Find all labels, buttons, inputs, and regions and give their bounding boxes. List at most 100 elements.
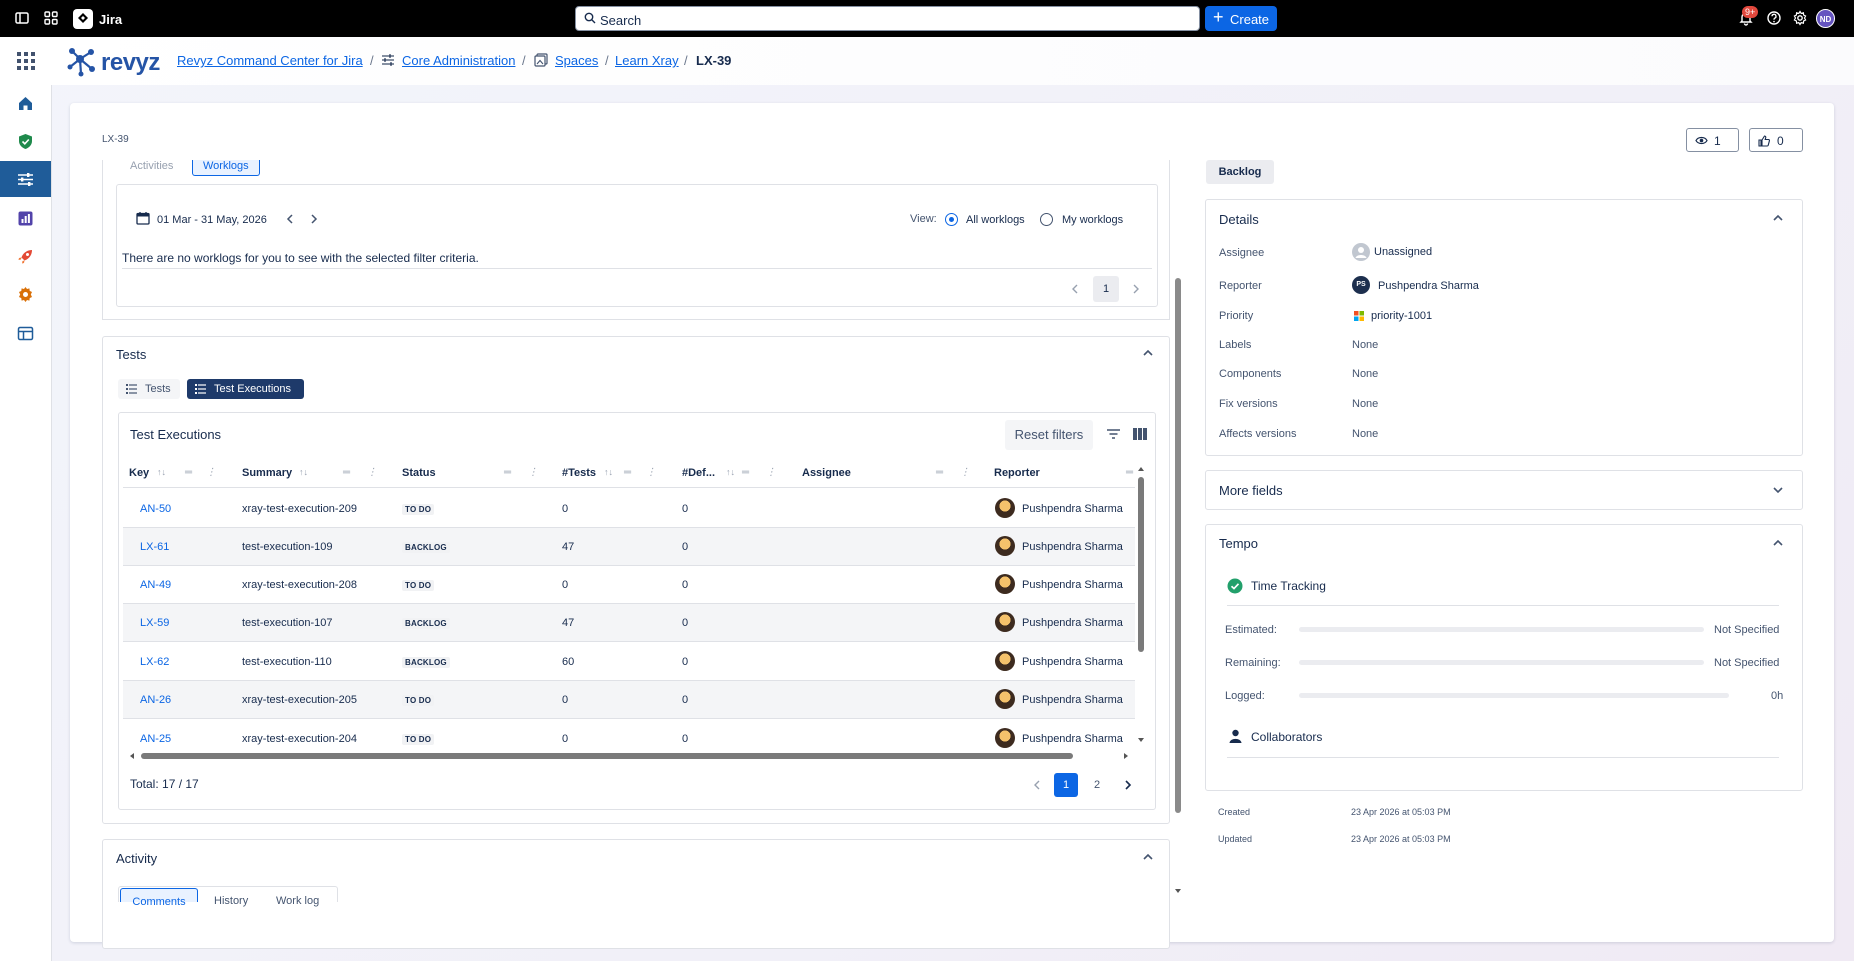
field-value-components[interactable]: None: [1352, 368, 1378, 380]
drag-handle-icon[interactable]: ═: [624, 467, 631, 478]
field-value-priority[interactable]: priority-1001: [1371, 310, 1432, 322]
cell-key[interactable]: AN-49: [140, 579, 171, 591]
breadcrumb-spaces[interactable]: Spaces: [555, 53, 598, 68]
sidebar-item-home[interactable]: [0, 85, 51, 121]
radio-all-worklogs-label[interactable]: All worklogs: [966, 214, 1025, 226]
scroll-down-icon[interactable]: [1174, 887, 1182, 895]
table-row[interactable]: AN-50 xray-test-execution-209 TO DO 0 0 …: [123, 490, 1135, 528]
more-fields-panel[interactable]: [1205, 470, 1803, 510]
sort-icon[interactable]: ↑↓: [157, 467, 166, 477]
calendar-icon[interactable]: [136, 211, 150, 225]
scroll-right-icon[interactable]: [1122, 752, 1130, 760]
table-row[interactable]: LX-61 test-execution-109 BACKLOG 47 0 Pu…: [123, 528, 1135, 566]
column-menu-icon[interactable]: ⋮: [960, 467, 970, 478]
watch-button[interactable]: 1: [1686, 128, 1739, 152]
radio-my-worklogs[interactable]: [1040, 213, 1053, 226]
tab-tests[interactable]: Tests: [118, 379, 180, 399]
breadcrumb-core-administration[interactable]: Core Administration: [402, 53, 515, 68]
chevron-right-icon[interactable]: [1132, 283, 1140, 295]
cell-key[interactable]: LX-61: [140, 541, 169, 553]
scrollbar-thumb[interactable]: [141, 753, 1073, 759]
field-value-labels[interactable]: None: [1352, 339, 1378, 351]
cell-key[interactable]: AN-25: [140, 733, 171, 745]
app-grid-icon[interactable]: [16, 51, 36, 71]
user-avatar[interactable]: ND: [1816, 9, 1835, 28]
drag-handle-icon[interactable]: ═: [1126, 467, 1133, 478]
cell-key[interactable]: AN-26: [140, 694, 171, 706]
sidebar-item-administration[interactable]: [0, 161, 51, 197]
revyz-logo-icon[interactable]: [64, 43, 100, 79]
column-menu-icon[interactable]: ⋮: [206, 467, 216, 478]
jira-logo-icon[interactable]: [73, 9, 93, 29]
reset-filters-button[interactable]: Reset filters: [1005, 420, 1093, 450]
tab-test-executions[interactable]: Test Executions: [187, 379, 304, 399]
table-row[interactable]: AN-25 xray-test-execution-204 TO DO 0 0 …: [123, 720, 1135, 750]
drag-handle-icon[interactable]: ═: [504, 467, 511, 478]
help-icon[interactable]: [1766, 10, 1782, 26]
more-fields-title[interactable]: More fields: [1219, 483, 1283, 498]
sort-icon[interactable]: ↑↓: [604, 467, 613, 477]
column-header-status[interactable]: Status ═ ⋮: [396, 458, 546, 488]
scroll-up-icon[interactable]: [1137, 465, 1145, 473]
scrollbar-thumb[interactable]: [1138, 477, 1144, 652]
app-switcher-icon[interactable]: [43, 10, 59, 26]
table-vertical-scrollbar[interactable]: [1137, 465, 1145, 745]
column-header-tests[interactable]: #Tests ↑↓ ═ ⋮: [556, 458, 656, 488]
main-vertical-scrollbar[interactable]: [1173, 160, 1183, 900]
chevron-up-icon[interactable]: [1772, 539, 1784, 547]
chevron-left-icon[interactable]: [1071, 283, 1079, 295]
drag-handle-icon[interactable]: ═: [185, 467, 192, 478]
tab-work-log[interactable]: Work log: [276, 895, 319, 907]
sort-icon[interactable]: ↑↓: [726, 467, 735, 477]
field-value-reporter[interactable]: Pushpendra Sharma: [1378, 280, 1479, 292]
scroll-down-icon[interactable]: [1137, 736, 1145, 744]
pagination-page-2[interactable]: 2: [1085, 773, 1109, 797]
column-menu-icon[interactable]: ⋮: [766, 467, 776, 478]
sidebar-item-settings[interactable]: [0, 276, 51, 312]
column-header-defects[interactable]: #Def... ↑↓ ═ ⋮: [676, 458, 776, 488]
table-row[interactable]: AN-26 xray-test-execution-205 TO DO 0 0 …: [123, 681, 1135, 719]
sidebar-item-reports[interactable]: [0, 200, 51, 236]
drag-handle-icon[interactable]: ═: [742, 467, 749, 478]
pagination-page-1[interactable]: 1: [1054, 773, 1078, 797]
date-range-picker[interactable]: 01 Mar - 31 May, 2026: [157, 214, 267, 226]
tab-history[interactable]: History: [214, 895, 248, 907]
chevron-down-icon[interactable]: [1772, 486, 1784, 494]
column-menu-icon[interactable]: ⋮: [528, 467, 538, 478]
chevron-up-icon[interactable]: [1772, 214, 1784, 222]
drag-handle-icon[interactable]: ═: [343, 467, 350, 478]
cell-key[interactable]: LX-59: [140, 617, 169, 629]
cell-key[interactable]: AN-50: [140, 503, 171, 515]
chevron-up-icon[interactable]: [1142, 349, 1154, 357]
breadcrumb-revyz[interactable]: Revyz Command Center for Jira: [177, 53, 363, 68]
settings-gear-icon[interactable]: [1792, 10, 1808, 26]
field-value-fix-versions[interactable]: None: [1352, 398, 1378, 410]
cell-key[interactable]: LX-62: [140, 656, 169, 668]
table-row[interactable]: AN-49 xray-test-execution-208 TO DO 0 0 …: [123, 566, 1135, 604]
sidebar-item-security[interactable]: [0, 123, 51, 159]
next-period-icon[interactable]: [310, 213, 318, 225]
tab-activities[interactable]: Activities: [130, 160, 173, 176]
vote-button[interactable]: 0: [1749, 128, 1803, 152]
worklogs-page-1[interactable]: 1: [1093, 276, 1119, 302]
field-value-affects-versions[interactable]: None: [1352, 428, 1378, 440]
sidebar-item-launch[interactable]: [0, 238, 51, 274]
status-button[interactable]: Backlog: [1206, 160, 1274, 184]
column-menu-icon[interactable]: ⋮: [367, 467, 377, 478]
sort-icon[interactable]: ↑↓: [299, 467, 308, 477]
table-row[interactable]: LX-62 test-execution-110 BACKLOG 60 0 Pu…: [123, 643, 1135, 681]
columns-icon[interactable]: [1133, 428, 1147, 440]
filter-icon[interactable]: [1106, 428, 1121, 440]
tab-worklogs[interactable]: Worklogs: [192, 160, 260, 176]
sidebar-item-table[interactable]: [0, 315, 51, 351]
create-button[interactable]: + Create: [1205, 6, 1277, 31]
chevron-up-icon[interactable]: [1142, 853, 1154, 861]
column-header-reporter[interactable]: Reporter ═: [988, 458, 1138, 488]
column-header-summary[interactable]: Summary ↑↓ ═ ⋮: [236, 458, 377, 488]
app-name[interactable]: Jira: [99, 12, 122, 27]
column-header-key[interactable]: Key ↑↓ ═ ⋮: [123, 458, 225, 488]
search-input[interactable]: Search: [575, 6, 1200, 31]
breadcrumb-learn-xray[interactable]: Learn Xray: [615, 53, 679, 68]
revyz-brand[interactable]: revyz: [101, 49, 160, 77]
collaborators-title[interactable]: Collaborators: [1251, 730, 1322, 744]
